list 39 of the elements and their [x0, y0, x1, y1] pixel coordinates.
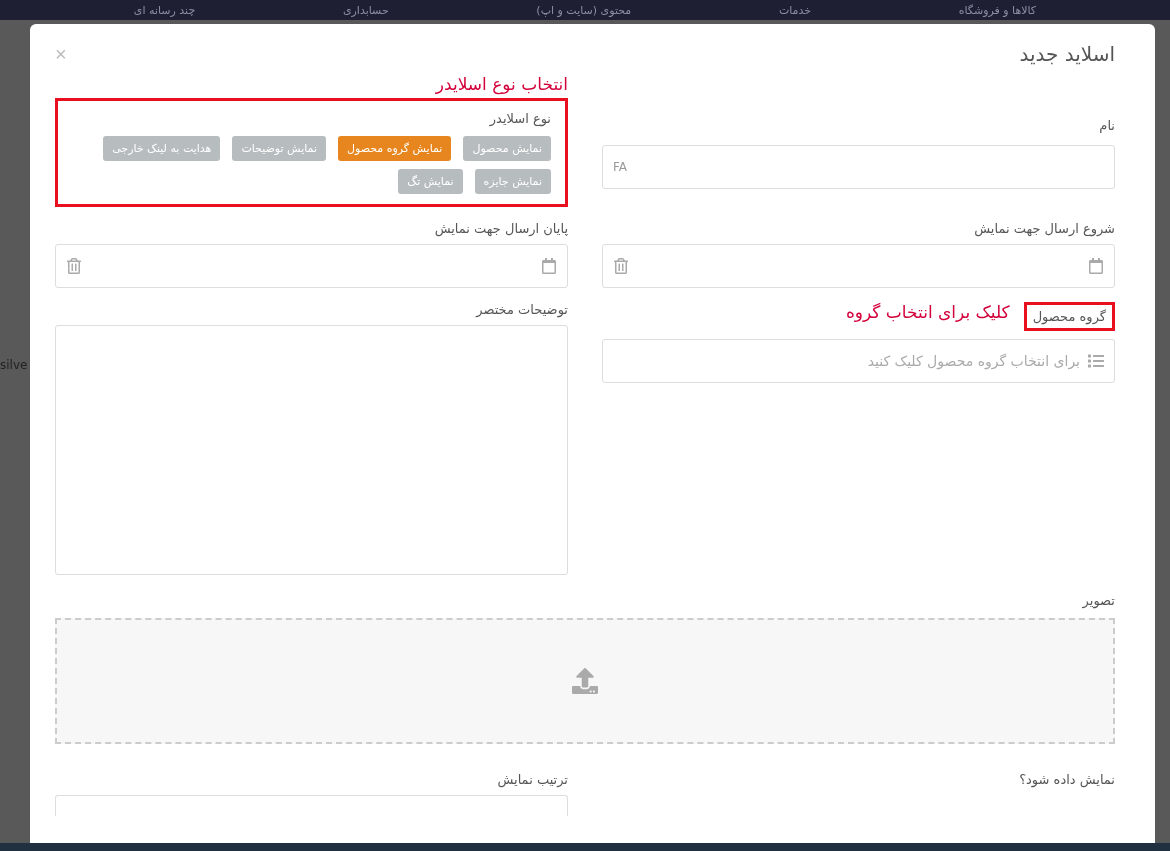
type-option-button[interactable]: هدایت به لینک خارجی	[103, 136, 221, 161]
trash-icon[interactable]	[613, 258, 629, 274]
date-field[interactable]	[55, 244, 568, 288]
calendar-icon	[1088, 258, 1104, 274]
field-label: تصویر	[1082, 593, 1115, 608]
nav-item[interactable]: محتوی (سایت و اپ)	[536, 3, 632, 17]
nav-item[interactable]: چند رسانه ای	[133, 3, 196, 17]
type-option-button[interactable]: نمایش جایزه	[474, 169, 551, 194]
language-tag: FA	[613, 160, 627, 174]
modal-title: اسلاید جدید	[1019, 42, 1115, 66]
placeholder-text: برای انتخاب گروه محصول کلیک کنید	[867, 353, 1080, 369]
date-field[interactable]	[602, 244, 1115, 288]
type-option-button[interactable]: نمایش توضیحات	[232, 136, 326, 161]
calendar-icon	[541, 258, 557, 274]
image-dropzone[interactable]	[55, 618, 1115, 744]
name-field[interactable]: FA	[602, 145, 1115, 189]
field-label: گروه محصول	[1023, 302, 1115, 331]
field-label: پایان ارسال جهت نمایش	[434, 221, 568, 236]
textarea-field[interactable]	[55, 325, 568, 575]
nav-item[interactable]: خدمات	[778, 3, 812, 17]
field-label: ترتیب نمایش	[497, 772, 568, 787]
annotation-text: انتخاب نوع اسلایدر	[435, 74, 568, 94]
field-label: شروع ارسال جهت نمایش	[974, 221, 1115, 236]
order-field[interactable]	[55, 795, 568, 816]
field-label: نمایش داده شود؟	[1019, 772, 1115, 787]
upload-icon	[572, 668, 598, 694]
field-label: نام	[1099, 118, 1115, 133]
type-option-button[interactable]: نمایش محصول	[463, 136, 551, 161]
trash-icon[interactable]	[66, 258, 82, 274]
type-option-button[interactable]: نمایش گروه محصول	[338, 136, 452, 161]
list-icon	[1088, 353, 1104, 369]
close-button[interactable]: ×	[55, 42, 67, 66]
field-label: توضیحات مختصر	[476, 302, 568, 317]
nav-item[interactable]: حسابداری	[342, 3, 389, 17]
field-label: نوع اسلایدر	[489, 111, 551, 126]
nav-item[interactable]: کالاها و فروشگاه	[958, 3, 1037, 17]
group-select-field[interactable]: برای انتخاب گروه محصول کلیک کنید	[602, 339, 1115, 383]
annotation-text: کلیک برای انتخاب گروه	[845, 302, 1010, 322]
type-option-button[interactable]: نمایش تگ	[398, 169, 463, 194]
